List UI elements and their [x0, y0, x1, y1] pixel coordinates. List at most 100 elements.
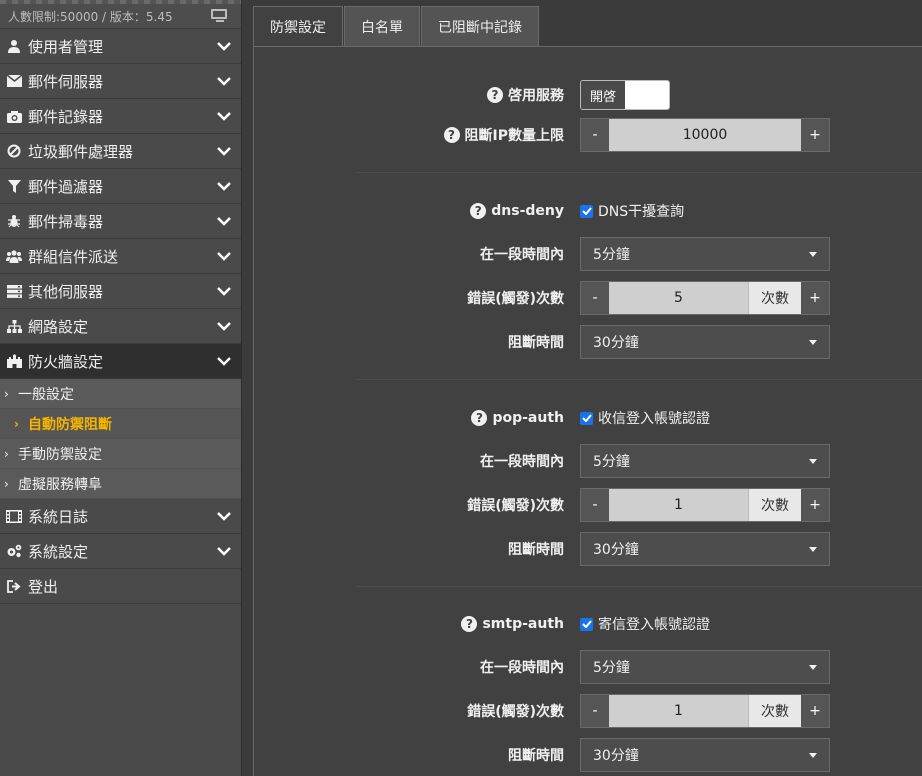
tab-bar: 防禦設定 白名單 已阻斷中記錄	[253, 6, 540, 46]
sidebar-item-virus-scanner[interactable]: 郵件掃毒器	[0, 204, 241, 239]
row-smtp-auth-header: ? smtp-auth 寄信登入帳號認證	[254, 607, 922, 641]
block-label: 阻斷時間	[508, 542, 564, 558]
checkbox-checked-icon[interactable]	[580, 617, 593, 631]
sidebar-item-network[interactable]: 網路設定	[0, 309, 241, 344]
sidebar-item-label: 其他伺服器	[28, 282, 104, 301]
sidebar-item-label: 郵件過濾器	[28, 177, 104, 196]
section-divider	[356, 379, 922, 380]
sidebar-item-mail-server[interactable]: 郵件伺服器	[0, 64, 241, 99]
smtp-auth-checkbox[interactable]: 寄信登入帳號認證	[580, 614, 710, 634]
license-status-text: 人數限制:50000 / 版本：5.45	[8, 9, 173, 24]
dns-deny-errors-stepper: - 5 次數 +	[580, 281, 830, 315]
help-icon[interactable]: ?	[443, 127, 460, 143]
max-ip-value[interactable]: 10000	[609, 119, 801, 151]
sidebar-item-spam-processor[interactable]: 垃圾郵件處理器	[0, 134, 241, 169]
server-icon	[6, 283, 22, 299]
sidebar-item-label: 垃圾郵件處理器	[28, 142, 134, 161]
tab-defense-settings[interactable]: 防禦設定	[253, 6, 343, 46]
gears-icon	[6, 543, 22, 559]
sidebar-item-logout[interactable]: 登出	[0, 569, 241, 604]
chevron-down-icon	[217, 214, 231, 228]
increment-button[interactable]: +	[801, 489, 829, 521]
tab-whitelist[interactable]: 白名單	[344, 6, 420, 46]
sidebar-item-label: 系統設定	[28, 542, 89, 561]
enable-service-toggle[interactable]: 開啓	[580, 80, 670, 110]
decrement-button[interactable]: -	[581, 119, 609, 151]
errors-label: 錯誤(觸發)次數	[467, 291, 564, 307]
help-icon[interactable]: ?	[471, 410, 488, 426]
decrement-button[interactable]: -	[581, 282, 609, 314]
sign-out-icon	[6, 578, 22, 594]
firewall-submenu: › 一般設定 › 自動防禦阻斷 › 手動防禦設定 › 虛擬服務轉阜	[0, 379, 241, 499]
row-smtp-auth-block: 阻斷時間 30分鐘	[254, 738, 922, 772]
user-icon	[6, 38, 22, 54]
chevron-down-icon	[217, 179, 231, 193]
sidebar-item-other-servers[interactable]: 其他伺服器	[0, 274, 241, 309]
help-icon[interactable]: ?	[470, 203, 487, 219]
sidebar-item-user-management[interactable]: 使用者管理	[0, 29, 241, 64]
chevron-down-icon	[217, 249, 231, 263]
submenu-item-port-forward[interactable]: › 虛擬服務轉阜	[0, 469, 241, 499]
increment-button[interactable]: +	[801, 282, 829, 314]
chevron-down-icon	[217, 354, 231, 368]
select-value: 5分鐘	[593, 660, 630, 676]
help-icon[interactable]: ?	[461, 616, 478, 632]
max-ip-stepper: - 10000 +	[580, 118, 830, 152]
enable-service-label-text: 啓用服務	[508, 88, 564, 104]
row-dns-deny-period: 在一段時間內 5分鐘	[254, 237, 922, 271]
film-icon	[6, 508, 22, 524]
chevron-down-icon	[217, 109, 231, 123]
caret-down-icon	[809, 251, 817, 257]
pop-auth-errors-stepper: - 1 次數 +	[580, 488, 830, 522]
decrement-button[interactable]: -	[581, 489, 609, 521]
sidebar-item-firewall[interactable]: 防火牆設定	[0, 344, 241, 379]
sidebar-item-label: 群組信件派送	[28, 247, 119, 266]
errors-value[interactable]: 5	[609, 282, 748, 314]
sidebar-item-group-mail[interactable]: 群組信件派送	[0, 239, 241, 274]
sidebar-item-mail-logger[interactable]: 郵件記錄器	[0, 99, 241, 134]
sidebar-item-label: 網路設定	[28, 317, 89, 336]
period-label: 在一段時間內	[480, 660, 564, 676]
decrement-button[interactable]: -	[581, 695, 609, 727]
submenu-item-label: 手動防禦設定	[18, 446, 102, 463]
pop-auth-period-select[interactable]: 5分鐘	[580, 444, 830, 478]
caret-down-icon	[809, 664, 817, 670]
row-max-blocked-ip: ? 阻斷IP數量上限 - 10000 +	[254, 118, 922, 152]
errors-value[interactable]: 1	[609, 695, 748, 727]
errors-value[interactable]: 1	[609, 489, 748, 521]
chevron-down-icon	[217, 544, 231, 558]
pop-auth-block-select[interactable]: 30分鐘	[580, 532, 830, 566]
sidebar-item-mail-filter[interactable]: 郵件過濾器	[0, 169, 241, 204]
monitor-icon[interactable]	[211, 9, 229, 23]
license-status: 人數限制:50000 / 版本：5.45	[0, 4, 241, 29]
sidebar-item-label: 防火牆設定	[28, 352, 104, 371]
sidebar-item-system-settings[interactable]: 系統設定	[0, 534, 241, 569]
smtp-auth-block-select[interactable]: 30分鐘	[580, 738, 830, 772]
dns-deny-period-select[interactable]: 5分鐘	[580, 237, 830, 271]
sidebar-item-system-log[interactable]: 系統日誌	[0, 499, 241, 534]
chevron-down-icon	[217, 284, 231, 298]
smtp-auth-period-select[interactable]: 5分鐘	[580, 650, 830, 684]
select-value: 30分鐘	[593, 748, 639, 764]
dns-deny-block-select[interactable]: 30分鐘	[580, 325, 830, 359]
chevron-down-icon	[217, 74, 231, 88]
increment-button[interactable]: +	[801, 119, 829, 151]
sidebar-item-label: 系統日誌	[28, 507, 89, 526]
select-value: 30分鐘	[593, 335, 639, 351]
submenu-item-auto-block[interactable]: › 自動防禦阻斷	[0, 409, 241, 439]
unit-label: 次數	[748, 695, 801, 727]
help-icon[interactable]: ?	[487, 87, 503, 103]
chevron-right-icon: ›	[4, 446, 9, 461]
row-dns-deny-errors: 錯誤(觸發)次數 - 5 次數 +	[254, 281, 922, 315]
submenu-item-manual-defense[interactable]: › 手動防禦設定	[0, 439, 241, 469]
pop-auth-checkbox[interactable]: 收信登入帳號認證	[580, 408, 710, 428]
row-pop-auth-errors: 錯誤(觸發)次數 - 1 次數 +	[254, 488, 922, 522]
dns-deny-checkbox[interactable]: DNS干擾查詢	[580, 201, 684, 221]
increment-button[interactable]: +	[801, 695, 829, 727]
tab-blocked-records[interactable]: 已阻斷中記錄	[421, 6, 539, 46]
checkbox-checked-icon[interactable]	[580, 204, 593, 218]
sidebar: 人數限制:50000 / 版本：5.45 使用者管理 郵件伺服器 郵件記錄器 垃…	[0, 0, 242, 776]
checkbox-checked-icon[interactable]	[580, 411, 593, 425]
period-label: 在一段時間內	[480, 454, 564, 470]
submenu-item-general[interactable]: › 一般設定	[0, 379, 241, 409]
